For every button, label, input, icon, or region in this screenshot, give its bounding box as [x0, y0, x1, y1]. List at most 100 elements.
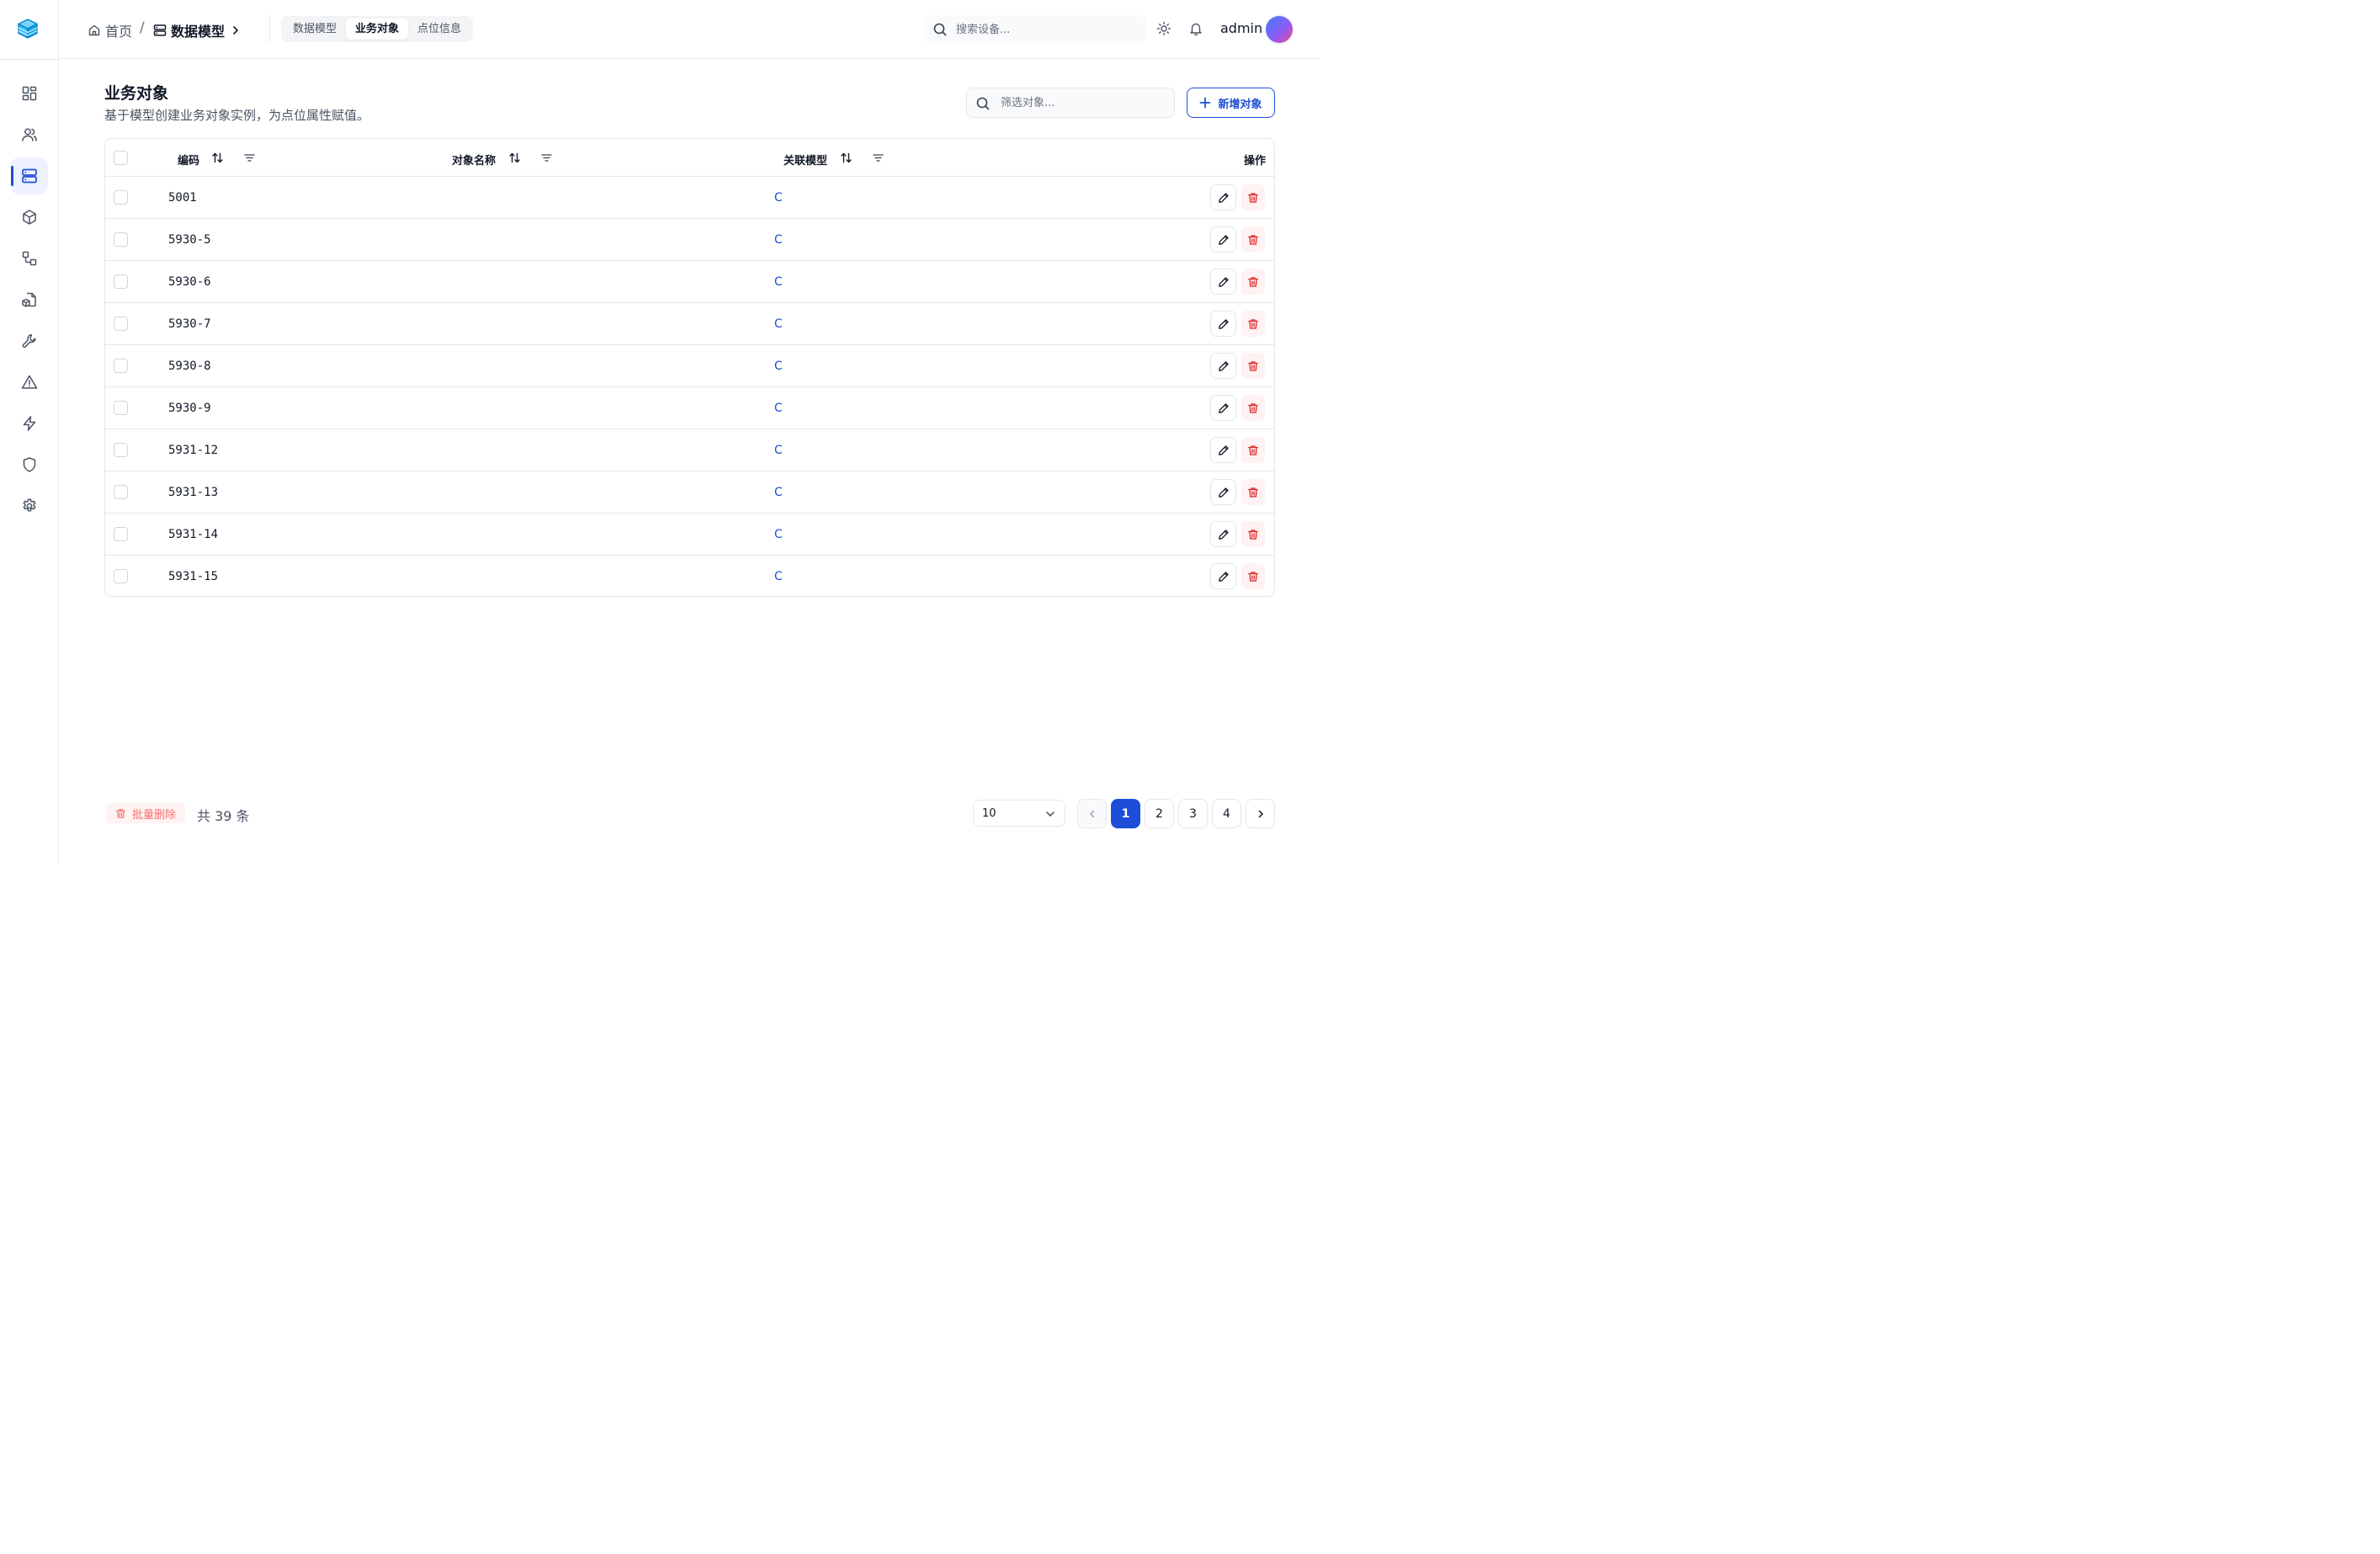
- object-model-link[interactable]: C: [774, 486, 783, 499]
- sun-icon[interactable]: [1156, 21, 1171, 36]
- row-checkbox[interactable]: [114, 527, 128, 541]
- filter-icon[interactable]: [540, 152, 553, 164]
- prev-page-button[interactable]: [1077, 799, 1107, 828]
- edit-button[interactable]: [1210, 521, 1236, 547]
- edit-button[interactable]: [1210, 479, 1236, 505]
- bulk-delete-button[interactable]: 批量删除: [106, 803, 185, 823]
- delete-button[interactable]: [1241, 563, 1265, 589]
- sidebar-item-alerts[interactable]: [11, 364, 48, 401]
- delete-button[interactable]: [1241, 269, 1265, 295]
- table-row[interactable]: 5930-5 C: [105, 219, 1274, 261]
- next-page-button[interactable]: [1246, 799, 1275, 828]
- select-all-checkbox[interactable]: [114, 151, 128, 165]
- search-icon: [976, 97, 990, 110]
- table-row[interactable]: 5931-14 C: [105, 514, 1274, 556]
- sidebar-item-users[interactable]: [11, 116, 48, 153]
- page-button-4[interactable]: 4: [1212, 799, 1241, 828]
- object-model-link[interactable]: C: [774, 275, 783, 289]
- object-model-link[interactable]: C: [774, 359, 783, 373]
- delete-button[interactable]: [1241, 395, 1265, 421]
- sidebar-item-tools[interactable]: [11, 322, 48, 359]
- sidebar-item-dashboard[interactable]: [11, 75, 48, 112]
- tab-business-objects[interactable]: 业务对象: [346, 19, 409, 40]
- table-row[interactable]: 5931-13 C: [105, 471, 1274, 514]
- sort-icon[interactable]: [840, 152, 853, 164]
- row-checkbox[interactable]: [114, 274, 128, 289]
- row-checkbox[interactable]: [114, 443, 128, 457]
- delete-button[interactable]: [1241, 353, 1265, 379]
- table-row[interactable]: 5930-9 C: [105, 387, 1274, 429]
- object-code: 5931-14: [168, 528, 219, 541]
- edit-button[interactable]: [1210, 311, 1236, 337]
- chevron-right-icon: [1258, 810, 1263, 817]
- edit-button[interactable]: [1210, 437, 1236, 463]
- object-model-link[interactable]: C: [774, 233, 783, 247]
- sidebar-item-objects[interactable]: [11, 199, 48, 236]
- object-model-link[interactable]: C: [774, 317, 783, 331]
- table-row[interactable]: 5930-8 C: [105, 345, 1274, 387]
- filter-icon[interactable]: [243, 152, 256, 164]
- cube-stack-logo-icon[interactable]: [17, 18, 39, 40]
- row-checkbox[interactable]: [114, 485, 128, 499]
- device-search-input[interactable]: [956, 15, 1141, 44]
- pencil-icon: [1218, 234, 1229, 245]
- row-checkbox[interactable]: [114, 359, 128, 373]
- plus-icon: [1200, 97, 1211, 109]
- avatar[interactable]: [1266, 16, 1293, 43]
- table-row[interactable]: 5931-15 C: [105, 556, 1274, 596]
- table-row[interactable]: 5930-7 C: [105, 303, 1274, 345]
- breadcrumb-home[interactable]: 首页: [88, 20, 132, 40]
- trash-icon: [116, 808, 125, 818]
- delete-button[interactable]: [1241, 311, 1265, 337]
- page-button-1[interactable]: 1: [1111, 799, 1140, 828]
- row-checkbox[interactable]: [114, 232, 128, 247]
- tab-data-model[interactable]: 数据模型: [284, 19, 346, 40]
- bell-icon[interactable]: [1188, 21, 1203, 36]
- row-checkbox[interactable]: [114, 317, 128, 331]
- sidebar-item-data-model[interactable]: [11, 157, 48, 194]
- sort-icon[interactable]: [211, 152, 224, 164]
- sidebar-item-files[interactable]: [11, 281, 48, 318]
- device-search: [924, 15, 1146, 44]
- object-filter-input[interactable]: [1001, 88, 1169, 117]
- breadcrumb-current[interactable]: 数据模型: [153, 20, 245, 40]
- edit-button[interactable]: [1210, 563, 1236, 589]
- sidebar-item-security[interactable]: [11, 446, 48, 483]
- username[interactable]: admin: [1220, 20, 1262, 36]
- column-header-name[interactable]: 对象名称: [452, 152, 496, 168]
- page-button-2[interactable]: 2: [1145, 799, 1174, 828]
- object-model-link[interactable]: C: [774, 402, 783, 415]
- add-object-button[interactable]: 新增对象: [1187, 88, 1275, 118]
- delete-button[interactable]: [1241, 521, 1265, 547]
- delete-button[interactable]: [1241, 184, 1265, 210]
- object-model-link[interactable]: C: [774, 191, 783, 205]
- sidebar-item-energy[interactable]: [11, 405, 48, 442]
- row-checkbox[interactable]: [114, 569, 128, 583]
- delete-button[interactable]: [1241, 479, 1265, 505]
- page-size-select[interactable]: 10: [973, 800, 1065, 827]
- sidebar-item-settings[interactable]: [11, 487, 48, 524]
- edit-button[interactable]: [1210, 395, 1236, 421]
- column-header-code[interactable]: 编码: [178, 152, 199, 168]
- edit-button[interactable]: [1210, 226, 1236, 253]
- filter-icon[interactable]: [872, 152, 885, 164]
- object-model-link[interactable]: C: [774, 528, 783, 541]
- table-row[interactable]: 5930-6 C: [105, 261, 1274, 303]
- edit-button[interactable]: [1210, 353, 1236, 379]
- add-object-label: 新增对象: [1218, 98, 1262, 111]
- page-button-3[interactable]: 3: [1178, 799, 1208, 828]
- delete-button[interactable]: [1241, 226, 1265, 253]
- edit-button[interactable]: [1210, 184, 1236, 210]
- delete-button[interactable]: [1241, 437, 1265, 463]
- tab-point-info[interactable]: 点位信息: [408, 19, 470, 40]
- row-checkbox[interactable]: [114, 401, 128, 415]
- table-row[interactable]: 5931-12 C: [105, 429, 1274, 471]
- sort-icon[interactable]: [508, 152, 521, 164]
- table-row[interactable]: 5001 C: [105, 177, 1274, 219]
- row-checkbox[interactable]: [114, 190, 128, 205]
- edit-button[interactable]: [1210, 269, 1236, 295]
- object-model-link[interactable]: C: [774, 444, 783, 457]
- object-model-link[interactable]: C: [774, 570, 783, 583]
- column-header-model[interactable]: 关联模型: [784, 152, 827, 168]
- sidebar-item-workflow[interactable]: [11, 240, 48, 277]
